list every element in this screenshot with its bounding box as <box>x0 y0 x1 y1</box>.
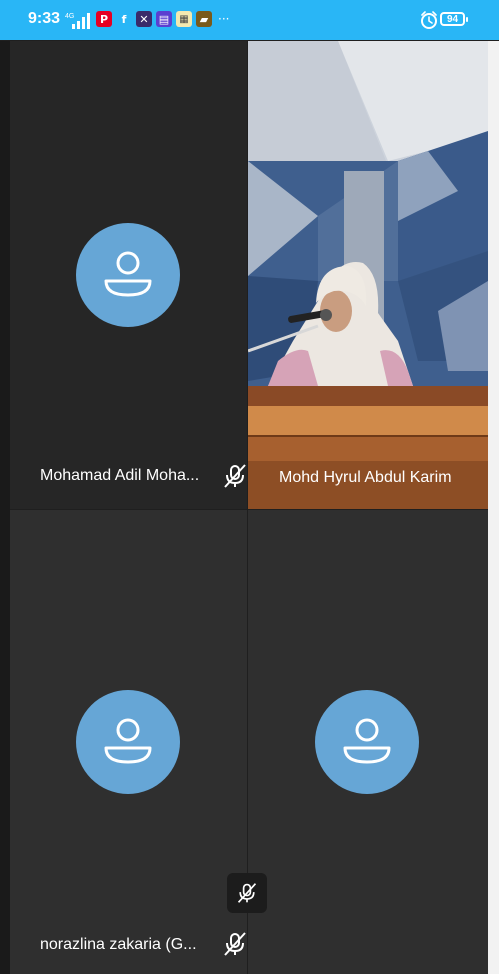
app-icon-2: ▤ <box>156 11 172 27</box>
network-type: 4G <box>65 13 74 20</box>
signal-icon: 4G <box>65 13 90 29</box>
person-icon <box>104 251 152 297</box>
pinterest-icon: P <box>96 11 112 27</box>
participant-tile-2[interactable]: Mohd Hyrul Abdul Karim <box>248 41 488 509</box>
app-icon-4: ▰ <box>196 11 212 27</box>
avatar <box>76 223 180 327</box>
participant-tile-3[interactable]: norazlina zakaria (G... <box>10 510 247 974</box>
avatar <box>315 690 419 794</box>
participant-name: Mohd Hyrul Abdul Karim <box>279 469 452 486</box>
app-icon-3: ▦ <box>176 11 192 27</box>
video-feed <box>248 41 488 509</box>
avatar <box>76 690 180 794</box>
clock: 9:33 <box>28 10 61 27</box>
person-icon <box>343 718 391 764</box>
screen-edge-left <box>0 41 10 974</box>
alarm-icon <box>421 11 437 29</box>
battery-icon: 94 <box>440 12 468 26</box>
person-icon <box>104 718 152 764</box>
status-bar: 9:33 4G P f ✕ ▤ ▦ ▰ ··· 94 <box>0 0 499 40</box>
notification-icons: P f ✕ ▤ ▦ ▰ ··· <box>96 11 229 27</box>
mic-off-icon <box>237 883 257 903</box>
app-icon-1: ✕ <box>136 11 152 27</box>
participant-name: norazlina zakaria (G... <box>40 936 197 953</box>
mute-toggle-button[interactable] <box>227 873 267 913</box>
facebook-icon: f <box>116 11 132 27</box>
participant-tile-1[interactable]: Mohamad Adil Moha... <box>10 41 247 509</box>
participant-tile-4[interactable] <box>248 510 488 974</box>
more-notifications-icon: ··· <box>218 12 230 26</box>
screen-edge-right <box>488 41 499 974</box>
mic-off-icon <box>224 464 246 488</box>
participant-name: Mohamad Adil Moha... <box>40 467 200 484</box>
mic-off-icon <box>224 932 246 956</box>
